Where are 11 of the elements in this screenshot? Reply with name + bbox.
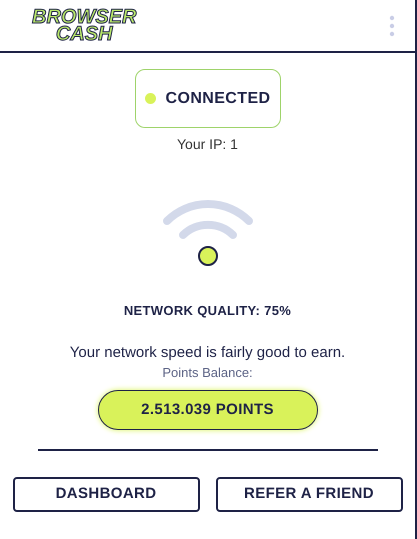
refer-friend-button[interactable]: REFER A FRIEND (216, 477, 402, 512)
wifi-icon (160, 197, 254, 267)
dashboard-button[interactable]: DASHBOARD (12, 477, 200, 512)
points-balance-label: Points Balance: (162, 364, 253, 382)
status-label: CONNECTED (166, 88, 270, 108)
network-message: Your network speed is fairly good to earn. (68, 342, 346, 362)
more-options-icon[interactable] (389, 14, 395, 36)
points-balance: 2.513.039 POINTS (98, 390, 318, 430)
logo: BROWSER CASH (32, 8, 136, 42)
ip-address: Your IP: 1 (177, 135, 238, 154)
network-quality: NETWORK QUALITY: 75% (124, 302, 292, 320)
